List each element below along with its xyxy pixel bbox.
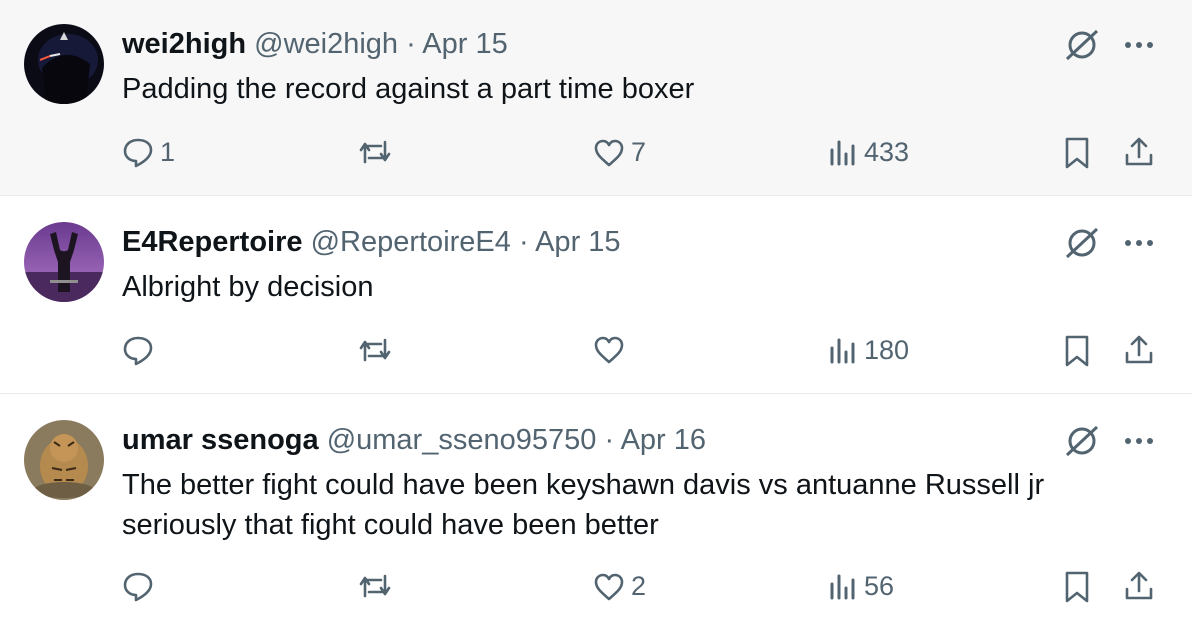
tweet-text: The better fight could have been keyshaw… <box>122 469 1045 541</box>
more-dots-icon[interactable] <box>1123 236 1155 254</box>
display-name[interactable]: E4Repertoire <box>122 226 303 258</box>
hooded-figure-avatar-icon <box>24 24 104 104</box>
more-dots-icon[interactable] <box>1123 38 1155 56</box>
tweet-text: Padding the record against a part time b… <box>122 73 695 105</box>
tweet-1[interactable]: wei2high @wei2high · Apr 15 Padding the … <box>0 0 1192 196</box>
share-button[interactable] <box>1123 570 1155 602</box>
view-count: 180 <box>864 334 910 365</box>
bookmark-icon <box>1065 571 1089 603</box>
repost-icon <box>359 338 391 362</box>
avatar[interactable] <box>24 24 104 104</box>
avatar[interactable] <box>24 222 104 302</box>
views-chart-icon <box>830 140 855 166</box>
bookmark-button[interactable] <box>1063 334 1091 368</box>
repost-button[interactable] <box>357 570 399 602</box>
repost-icon <box>359 140 391 164</box>
separator: · <box>518 226 529 258</box>
like-count: 7 <box>631 137 647 167</box>
reply-bubble-icon <box>123 336 153 366</box>
bookmark-icon <box>1065 335 1089 367</box>
like-button[interactable] <box>593 335 631 365</box>
like-button[interactable]: 2 <box>593 571 646 602</box>
views-chart-icon <box>830 338 855 364</box>
share-icon <box>1125 571 1153 600</box>
heart-icon <box>594 139 624 166</box>
user-handle[interactable]: @wei2high <box>254 28 398 60</box>
views-button[interactable]: 180 <box>828 334 909 366</box>
tweet-header: wei2high @wei2high · Apr 15 <box>122 28 508 61</box>
share-icon <box>1125 335 1153 364</box>
separator: · <box>604 424 615 456</box>
bookmark-button[interactable] <box>1063 570 1091 604</box>
like-count: 2 <box>631 571 647 601</box>
tweet-3[interactable]: umar ssenoga @umar_sseno95750 · Apr 16 T… <box>0 394 1192 622</box>
display-name[interactable]: wei2high <box>122 28 246 60</box>
grok-icon[interactable] <box>1063 423 1101 464</box>
tweet-date[interactable]: Apr 15 <box>535 226 620 258</box>
avatar[interactable] <box>24 420 104 500</box>
tweet-date[interactable]: Apr 16 <box>621 424 706 456</box>
purple-sky-figure-avatar-icon <box>24 222 104 302</box>
views-button[interactable]: 433 <box>828 136 909 168</box>
heart-icon <box>594 336 624 364</box>
view-count: 433 <box>864 136 910 167</box>
repost-button[interactable] <box>357 334 399 366</box>
heart-icon <box>594 573 624 600</box>
grok-icon[interactable] <box>1063 225 1101 266</box>
reply-count: 1 <box>160 136 176 167</box>
display-name[interactable]: umar ssenoga <box>122 424 319 456</box>
tweet-text: Albright by decision <box>122 271 374 303</box>
share-button[interactable] <box>1123 136 1155 168</box>
reply-bubble-icon <box>123 138 153 168</box>
views-button[interactable]: 56 <box>828 570 894 602</box>
reply-bubble-icon <box>123 572 153 602</box>
repost-icon <box>359 574 391 598</box>
tweet-header: E4Repertoire @RepertoireE4 · Apr 15 <box>122 226 621 259</box>
like-button[interactable]: 7 <box>593 137 646 168</box>
reply-button[interactable]: 1 <box>122 136 175 168</box>
separator: · <box>406 28 416 60</box>
user-handle[interactable]: @RepertoireE4 <box>311 226 511 258</box>
tweet-2[interactable]: E4Repertoire @RepertoireE4 · Apr 15 Albr… <box>0 196 1192 394</box>
user-handle[interactable]: @umar_sseno95750 <box>327 424 597 456</box>
bookmark-icon <box>1065 137 1089 169</box>
share-button[interactable] <box>1123 334 1155 366</box>
repost-button[interactable] <box>357 136 399 168</box>
tiger-avatar-icon <box>24 420 104 500</box>
views-chart-icon <box>830 574 855 600</box>
view-count: 56 <box>864 570 895 601</box>
more-dots-icon[interactable] <box>1123 434 1155 452</box>
tweet-date[interactable]: Apr 15 <box>422 28 507 60</box>
reply-button[interactable] <box>122 334 160 366</box>
reply-button[interactable] <box>122 570 160 602</box>
grok-icon[interactable] <box>1063 27 1101 68</box>
bookmark-button[interactable] <box>1063 136 1091 170</box>
share-icon <box>1125 137 1153 166</box>
tweet-header: umar ssenoga @umar_sseno95750 · Apr 16 <box>122 424 706 457</box>
